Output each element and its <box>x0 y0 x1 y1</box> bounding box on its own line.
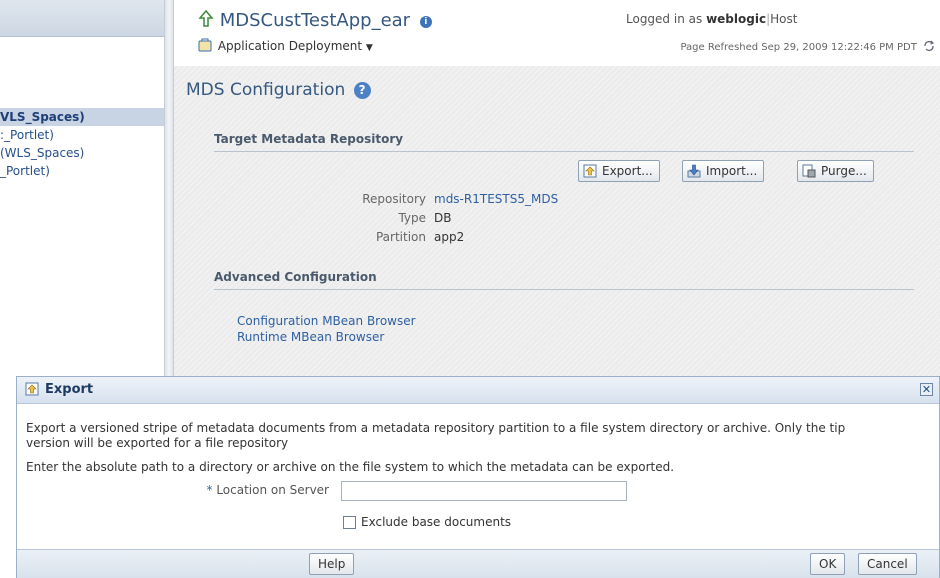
dialog-header[interactable]: Export ✕ <box>17 377 939 404</box>
export-button[interactable]: Export... <box>578 160 660 182</box>
deployment-menu-icon <box>198 38 212 52</box>
application-deployment-label: Application Deployment <box>217 39 363 53</box>
app-title: MDSCustTestApp_ear i <box>198 9 432 31</box>
tree-item-portlet[interactable]: :_Portlet) <box>0 126 164 144</box>
login-info: Logged in as weblogic|Host <box>626 12 798 26</box>
configuration-mbean-browser-link[interactable]: Configuration MBean Browser <box>237 314 416 328</box>
partition-label: Partition <box>375 230 426 244</box>
application-deployment-menu[interactable]: Application Deployment ▼ <box>198 38 373 53</box>
tree-item-wls-spaces[interactable]: (WLS_Spaces) <box>0 144 164 162</box>
logged-in-prefix: Logged in as <box>626 12 703 26</box>
page-refreshed-info: Page Refreshed Sep 29, 2009 12:22:46 PM … <box>680 40 936 53</box>
export-icon <box>583 164 597 178</box>
username: weblogic <box>706 12 767 26</box>
export-icon <box>25 382 39 396</box>
export-button-label: Export... <box>602 164 653 178</box>
purge-button-label: Purge... <box>821 164 867 178</box>
page-title: MDS Configuration ? <box>186 80 371 100</box>
import-button[interactable]: Import... <box>682 160 765 182</box>
location-label: * Location on Server <box>117 483 329 497</box>
repository-value-link[interactable]: mds-R1TESTS5_MDS <box>434 192 558 206</box>
chevron-down-icon: ▼ <box>365 43 373 53</box>
target-tree: VLS_Spaces) :_Portlet) (WLS_Spaces) _Por… <box>0 108 164 180</box>
app-title-text: MDSCustTestApp_ear <box>219 10 411 31</box>
cancel-button[interactable]: Cancel <box>858 553 917 575</box>
page-title-text: MDS Configuration <box>186 80 346 100</box>
import-button-label: Import... <box>706 164 758 178</box>
required-asterisk: * <box>206 483 217 497</box>
host-link[interactable]: Host <box>770 12 797 26</box>
dialog-title: Export <box>45 382 94 397</box>
ok-button[interactable]: OK <box>810 553 846 575</box>
refresh-icon[interactable] <box>922 40 936 52</box>
exclude-base-documents-label[interactable]: Exclude base documents <box>361 515 511 529</box>
repository-label: Repository <box>362 192 426 206</box>
main-content: MDS Configuration ? Target Metadata Repo… <box>174 66 940 386</box>
help-button[interactable]: Help <box>309 553 355 575</box>
dialog-footer: Help OK Cancel <box>17 549 939 578</box>
help-icon[interactable]: ? <box>353 82 371 99</box>
type-label: Type <box>398 211 426 225</box>
left-nav-toolbar <box>0 0 164 37</box>
tree-item-portlet-2[interactable]: _Portlet) <box>0 162 164 180</box>
runtime-mbean-browser-link[interactable]: Runtime MBean Browser <box>237 330 384 344</box>
export-dialog: Export ✕ Export a versioned stripe of me… <box>16 376 940 578</box>
page-header: MDSCustTestApp_ear i Application Deploym… <box>174 0 940 66</box>
type-value: DB <box>434 211 452 225</box>
dialog-description-line1: Export a versioned stripe of metadata do… <box>26 421 846 435</box>
location-label-text: Location on Server <box>216 483 329 497</box>
target-repository-header: Target Metadata Repository <box>214 132 914 152</box>
partition-value: app2 <box>434 230 465 244</box>
dialog-description-line2: version will be exported for a file repo… <box>26 436 289 450</box>
purge-icon <box>802 164 816 178</box>
import-icon <box>687 164 701 178</box>
location-on-server-input[interactable] <box>341 481 627 501</box>
dialog-instruction: Enter the absolute path to a directory o… <box>26 460 675 474</box>
exclude-base-documents-checkbox[interactable] <box>343 516 356 529</box>
info-icon[interactable]: i <box>419 16 432 28</box>
deployment-up-arrow-icon <box>198 9 214 27</box>
advanced-configuration-header: Advanced Configuration <box>214 270 914 290</box>
close-icon[interactable]: ✕ <box>920 383 933 396</box>
page-refreshed-text: Page Refreshed Sep 29, 2009 12:22:46 PM … <box>680 42 917 53</box>
purge-button[interactable]: Purge... <box>797 160 874 182</box>
tree-item-wls-spaces-selected[interactable]: VLS_Spaces) <box>0 108 164 126</box>
